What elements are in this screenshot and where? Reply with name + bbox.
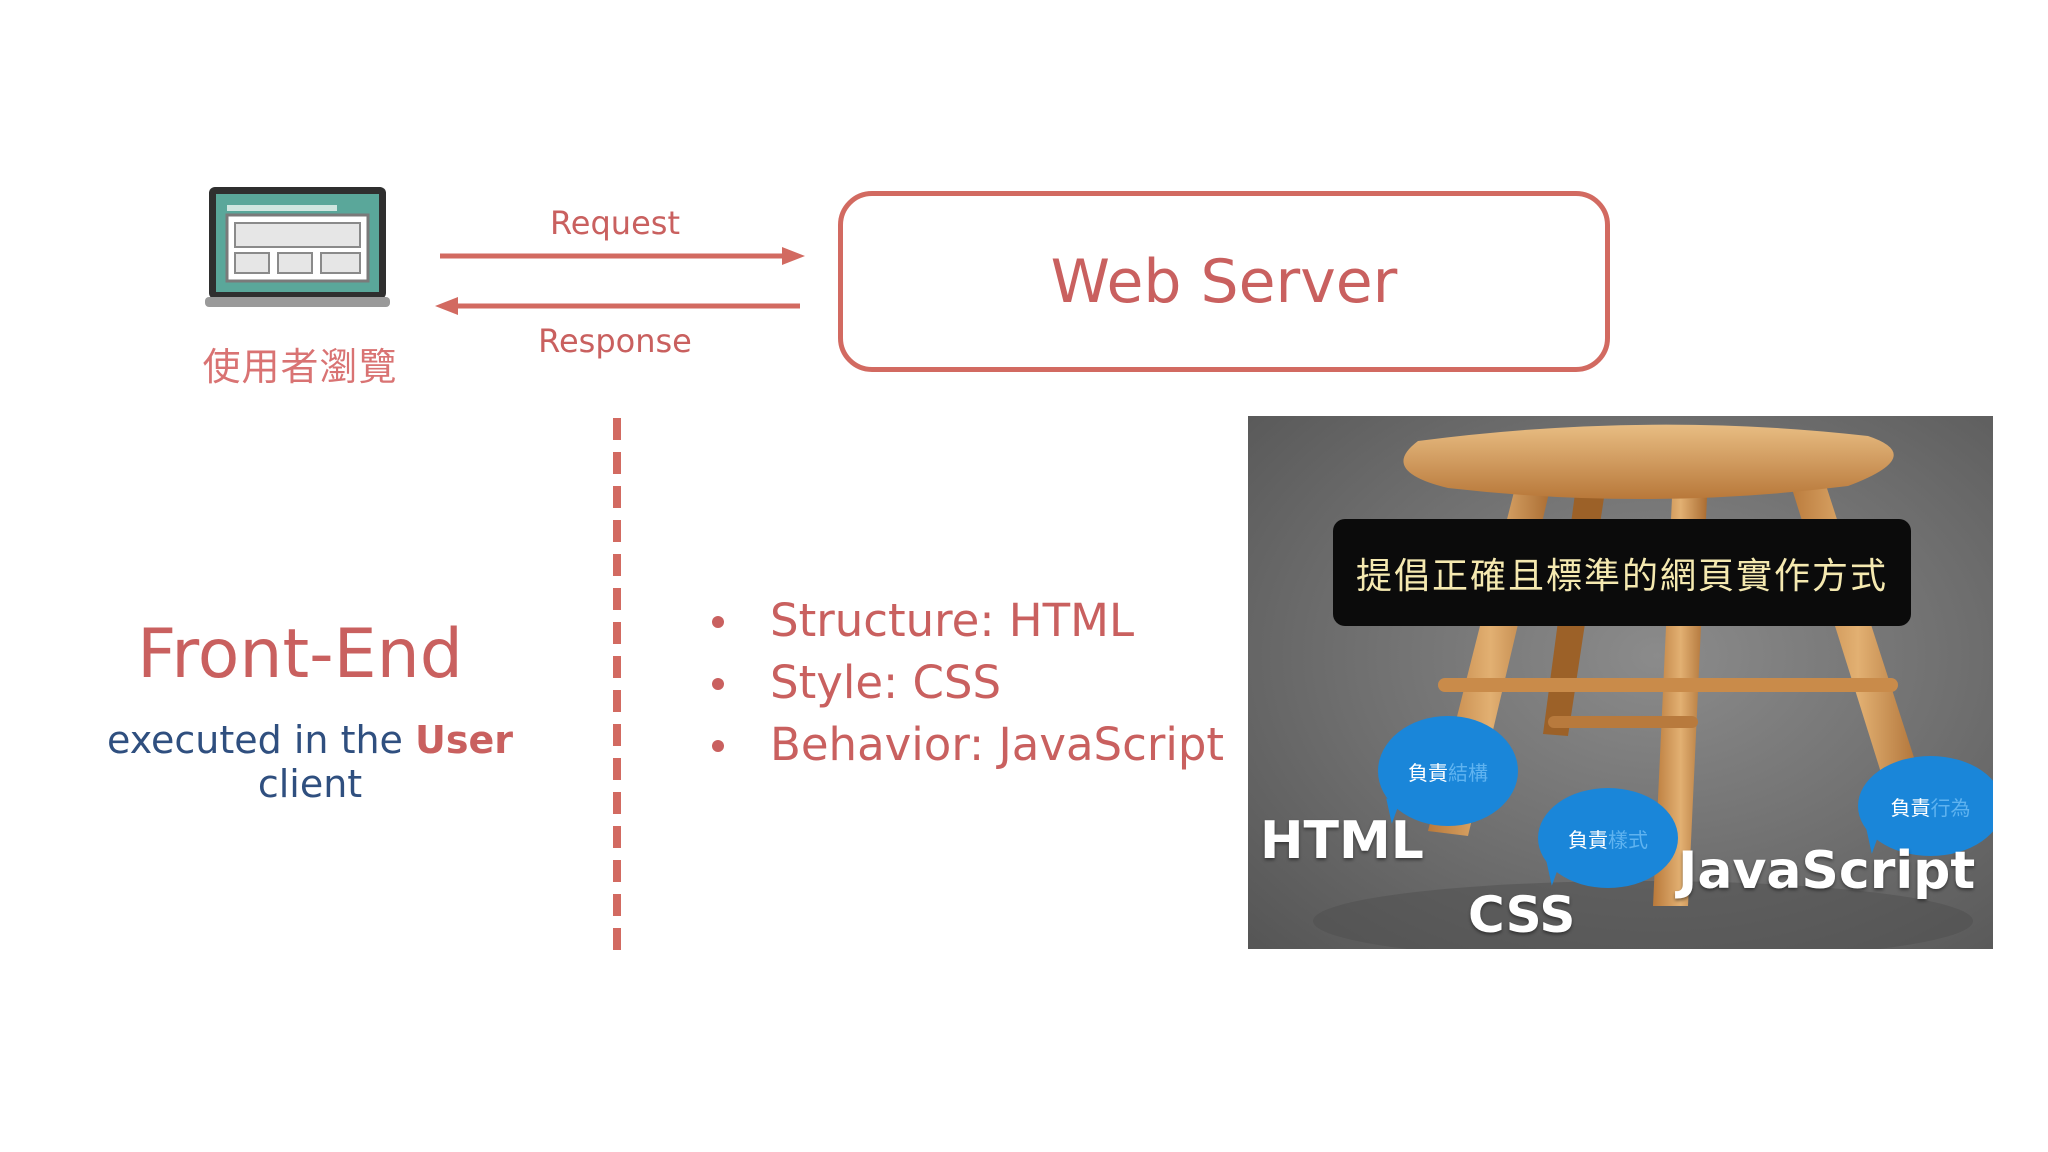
tech-label-html: HTML bbox=[1260, 811, 1424, 871]
dashed-divider bbox=[613, 418, 621, 950]
bubble-rest: 樣式 bbox=[1608, 827, 1648, 852]
slide: 使用者瀏覽 Request Response Web Server Front-… bbox=[0, 0, 2048, 1152]
response-label: Response bbox=[538, 322, 692, 360]
speech-bubble-html: 負責 結構 bbox=[1378, 716, 1518, 826]
bullet-dot-icon bbox=[712, 616, 724, 628]
frontend-subtitle: executed in the User client bbox=[60, 718, 560, 806]
bullet-dot-icon bbox=[712, 740, 724, 752]
bullet-text: Style: CSS bbox=[770, 656, 1002, 709]
bullet-text: Behavior: JavaScript bbox=[770, 718, 1225, 771]
response-arrow-head bbox=[435, 297, 458, 315]
tech-label-javascript: JavaScript bbox=[1678, 841, 1976, 901]
tech-bullet-list: Structure: HTML Style: CSS Behavior: Jav… bbox=[700, 590, 1224, 776]
bubble-lead: 負責 bbox=[1568, 827, 1608, 852]
bullet-text: Structure: HTML bbox=[770, 594, 1135, 647]
frontend-subtitle-prefix: executed in the bbox=[106, 718, 416, 762]
photo-banner: 提倡正確且標準的網頁實作方式 bbox=[1333, 519, 1911, 626]
request-label: Request bbox=[550, 204, 680, 242]
laptop-icon bbox=[205, 185, 390, 310]
bullet-dot-icon bbox=[712, 678, 724, 690]
bullet-item: Behavior: JavaScript bbox=[700, 714, 1224, 776]
frontend-subtitle-highlight: User bbox=[415, 718, 514, 762]
bubble-lead: 負責 bbox=[1890, 795, 1931, 820]
speech-bubble-css: 負責 樣式 bbox=[1538, 788, 1678, 888]
frontend-subtitle-suffix: client bbox=[257, 762, 363, 806]
request-response-arrows bbox=[435, 247, 805, 315]
stool-photo: 提倡正確且標準的網頁實作方式 負責 結構 負責 樣式 負責 行為 HTML CSS J… bbox=[1248, 416, 1993, 949]
bullet-item: Structure: HTML bbox=[700, 590, 1224, 652]
bubble-rest: 行為 bbox=[1930, 795, 1971, 820]
bullet-item: Style: CSS bbox=[700, 652, 1224, 714]
frontend-title: Front-End bbox=[137, 615, 463, 694]
tech-label-css: CSS bbox=[1468, 886, 1576, 944]
web-server-box: Web Server bbox=[838, 191, 1610, 372]
request-arrow-head bbox=[782, 247, 805, 265]
web-server-title: Web Server bbox=[1050, 246, 1398, 317]
bubble-rest: 結構 bbox=[1448, 760, 1488, 785]
bubble-lead: 負責 bbox=[1408, 760, 1448, 785]
browser-label: 使用者瀏覽 bbox=[202, 345, 398, 389]
